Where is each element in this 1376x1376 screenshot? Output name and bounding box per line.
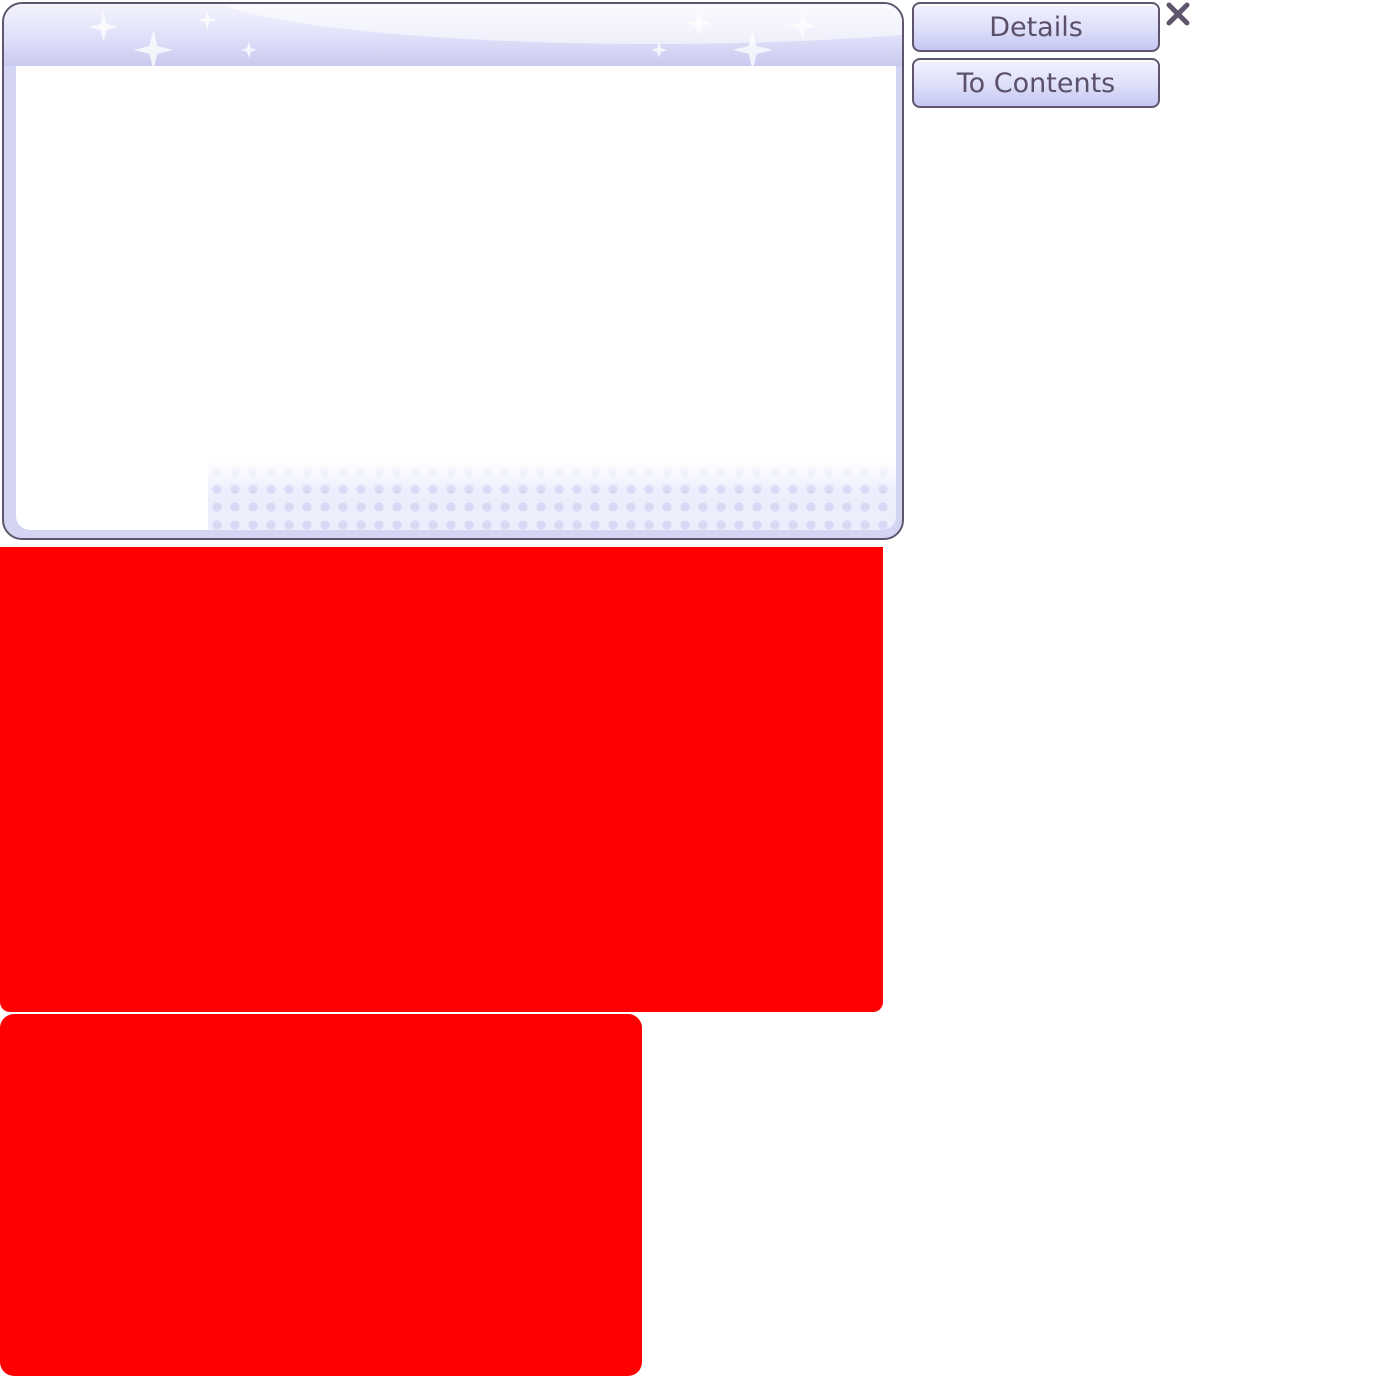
- red-panel-secondary: [0, 1014, 642, 1376]
- sparkle-icon: [240, 41, 257, 58]
- details-button-label: Details: [989, 11, 1083, 43]
- to-contents-button-label: To Contents: [956, 67, 1116, 99]
- header-sparkles: [88, 10, 817, 66]
- sparkle-icon: [685, 10, 712, 36]
- red-panel-primary: [0, 547, 883, 1012]
- dialog-window: [2, 2, 904, 540]
- sparkle-icon: [88, 12, 119, 42]
- to-contents-button[interactable]: To Contents: [912, 58, 1160, 108]
- sparkle-icon: [651, 41, 668, 58]
- sparkle-icon: [732, 30, 773, 66]
- sparkle-icon: [197, 10, 218, 31]
- details-button[interactable]: Details: [912, 2, 1160, 52]
- close-button[interactable]: [1164, 0, 1192, 28]
- window-header: [4, 4, 902, 66]
- game-screen: Details To Contents: [0, 0, 1376, 1376]
- close-icon: [1166, 2, 1190, 26]
- dotted-pattern: [208, 462, 896, 530]
- sparkle-icon: [788, 12, 817, 40]
- sparkle-icon: [133, 30, 174, 66]
- dialog-content-area: [16, 66, 896, 530]
